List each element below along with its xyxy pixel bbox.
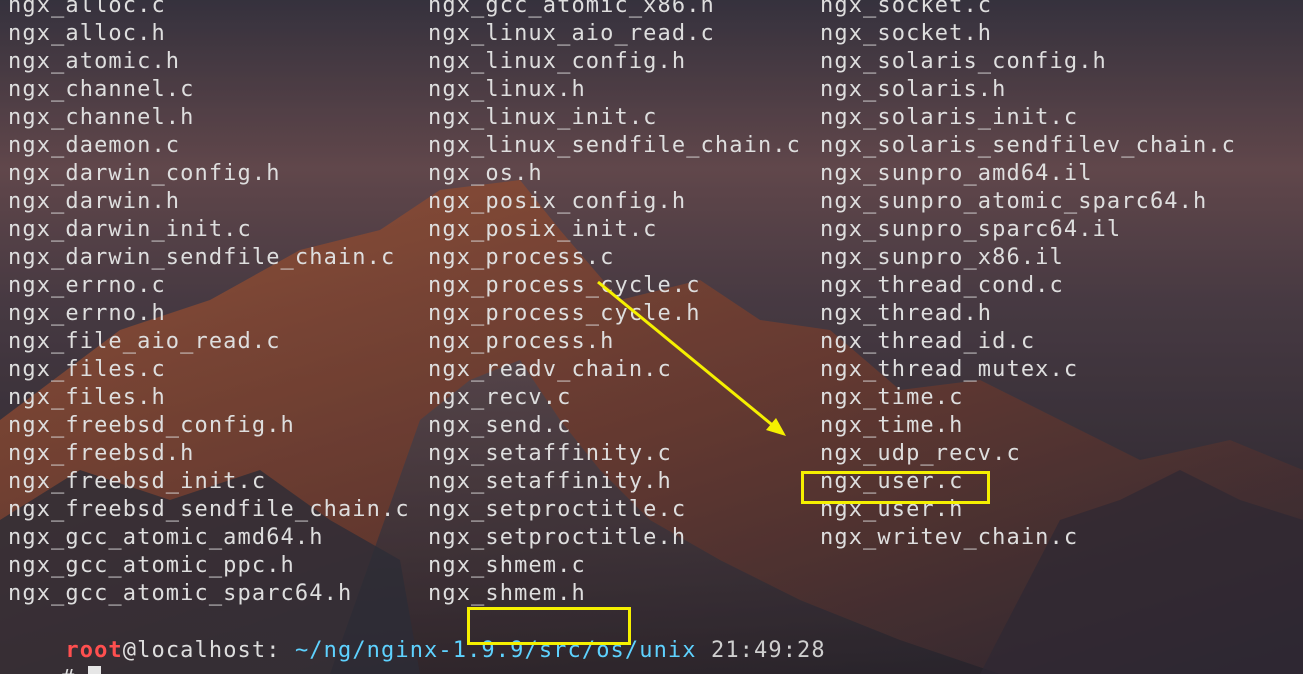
file-entry: ngx_file_aio_read.c [8,329,281,354]
file-entry: ngx_process_cycle.h [428,301,701,326]
file-entry: ngx_readv_chain.c [428,357,672,382]
file-entry: ngx_thread_id.c [820,329,1036,354]
file-entry: ngx_os.h [428,161,543,186]
file-entry: ngx_process.h [428,329,615,354]
file-entry: ngx_sunpro_amd64.il [820,161,1093,186]
file-entry: ngx_time.h [820,413,964,438]
file-entry: ngx_solaris_sendfilev_chain.c [820,133,1237,158]
shell-prompt: root@localhost: ~/ng/nginx-1.9.9/src/os/… [8,609,826,663]
file-entry: ngx_posix_init.c [428,217,658,242]
file-entry: ngx_setaffinity.c [428,441,672,466]
file-entry: ngx_udp_recv.c [820,441,1021,466]
file-entry: ngx_linux_sendfile_chain.c [428,133,801,158]
text-cursor[interactable] [88,666,102,674]
file-entry: ngx_socket.h [820,21,993,46]
file-entry: ngx_gcc_atomic_x86.h [428,0,715,18]
prompt-path-highlight: src/os/unix [538,638,697,663]
file-entry: ngx_thread_mutex.c [820,357,1079,382]
file-entry: ngx_thread.h [820,301,993,326]
file-entry: ngx_freebsd.h [8,441,195,466]
file-entry: ngx_sunpro_x86.il [820,245,1064,270]
file-column-3: ngx_socket.c ngx_socket.h ngx_solaris_conf… [820,0,1236,552]
file-entry: ngx_darwin_config.h [8,161,281,186]
file-entry: ngx_alloc.h [8,21,166,46]
file-entry: ngx_channel.c [8,77,195,102]
file-entry: ngx_gcc_atomic_sparc64.h [8,581,353,606]
file-entry: ngx_linux_config.h [428,49,687,74]
file-entry: ngx_gcc_atomic_amd64.h [8,525,324,550]
file-entry: ngx_linux_aio_read.c [428,21,715,46]
file-entry: ngx_socket.c [820,0,993,18]
file-entry: ngx_setproctitle.c [428,497,687,522]
file-column-2: ngx_gcc_atomic_x86.h ngx_linux_aio_read.c… [428,0,801,608]
file-entry: ngx_writev_chain.c [820,525,1079,550]
command-input-line[interactable]: # [8,637,102,674]
file-entry: ngx_errno.c [8,273,166,298]
file-entry: ngx_recv.c [428,385,572,410]
file-entry: ngx_sunpro_atomic_sparc64.h [820,189,1208,214]
file-entry: ngx_freebsd_init.c [8,469,267,494]
file-entry: ngx_gcc_atomic_ppc.h [8,553,295,578]
prompt-host: @localhost: [122,638,281,663]
file-entry: ngx_setproctitle.h [428,525,687,550]
file-entry: ngx_time.c [820,385,964,410]
file-entry: ngx_shmem.h [428,581,586,606]
input-prompt-symbol: # [61,666,74,674]
file-entry: ngx_posix_config.h [428,189,687,214]
file-entry: ngx_errno.h [8,301,166,326]
file-entry: ngx_linux.h [428,77,586,102]
file-entry: ngx_solaris.h [820,77,1007,102]
file-entry: ngx_user.h [820,497,964,522]
file-entry: ngx_solaris_init.c [820,105,1079,130]
file-entry: ngx_send.c [428,413,572,438]
file-entry: ngx_atomic.h [8,49,181,74]
prompt-path-base: ~/ng/nginx-1.9.9/ [294,638,539,663]
file-entry: ngx_darwin_sendfile_chain.c [8,245,396,270]
file-entry: ngx_thread_cond.c [820,273,1064,298]
file-entry: ngx_freebsd_config.h [8,413,295,438]
file-entry: ngx_shmem.c [428,553,586,578]
prompt-time: 21:49:28 [710,638,826,663]
file-entry: ngx_linux_init.c [428,105,658,130]
file-entry: ngx_setaffinity.h [428,469,672,494]
file-entry: ngx_darwin_init.c [8,217,252,242]
file-entry: ngx_solaris_config.h [820,49,1107,74]
file-entry: ngx_process_cycle.c [428,273,701,298]
file-entry: ngx_channel.h [8,105,195,130]
file-entry: ngx_user.c [820,469,964,494]
file-entry: ngx_alloc.c [8,0,166,18]
file-entry: ngx_freebsd_sendfile_chain.c [8,497,410,522]
file-entry: ngx_files.c [8,357,166,382]
file-entry: ngx_daemon.c [8,133,181,158]
file-entry: ngx_sunpro_sparc64.il [820,217,1122,242]
file-entry: ngx_darwin.h [8,189,181,214]
file-entry: ngx_files.h [8,385,166,410]
file-entry: ngx_process.c [428,245,615,270]
file-column-1: ngx_alloc.c ngx_alloc.h ngx_atomic.h ngx_ch… [8,0,410,608]
terminal-window[interactable]: ngx_alloc.c ngx_alloc.h ngx_atomic.h ngx_ch… [0,0,1303,674]
